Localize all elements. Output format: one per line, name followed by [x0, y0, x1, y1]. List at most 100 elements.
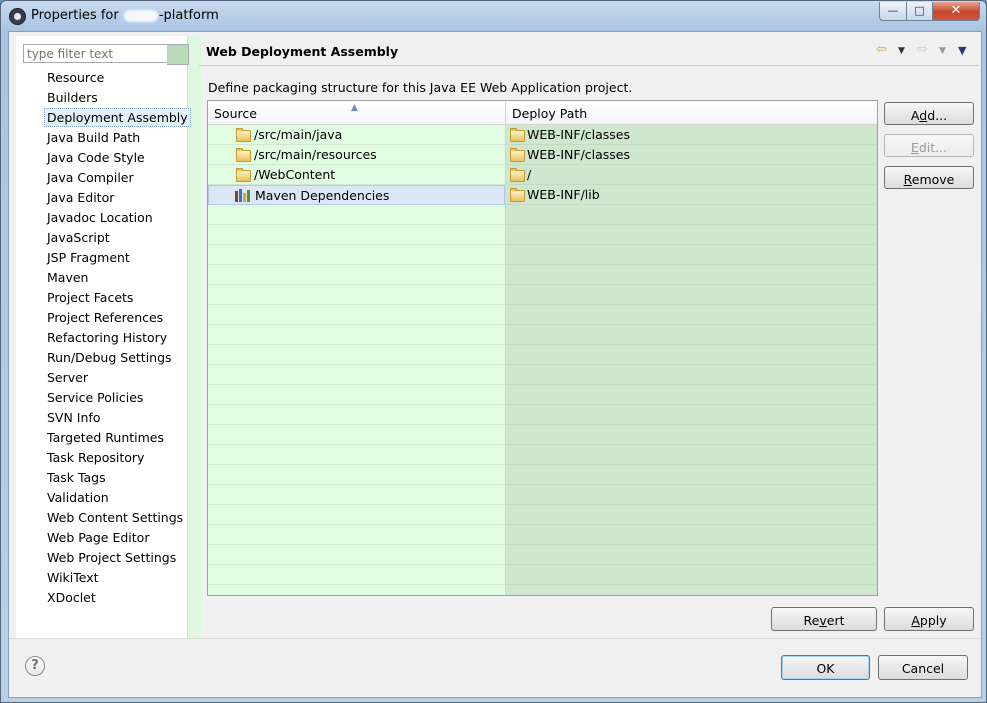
- view-menu-icon[interactable]: ▼: [958, 43, 966, 59]
- minimize-button[interactable]: —: [879, 2, 907, 21]
- sidebar-item-task-tags[interactable]: Task Tags: [23, 468, 187, 488]
- sidebar-item-label: Run/Debug Settings: [47, 350, 172, 365]
- sidebar-item-deployment-assembly[interactable]: Deployment Assembly: [23, 108, 191, 128]
- source-path: /WebContent: [254, 167, 336, 182]
- sidebar-item-label: Java Code Style: [47, 150, 145, 165]
- sidebar-item-java-code-style[interactable]: Java Code Style: [23, 148, 187, 168]
- sidebar-item-label: Server: [47, 370, 88, 385]
- source-cell[interactable]: /src/main/java: [208, 125, 505, 145]
- folder-icon: [236, 168, 251, 182]
- remove-button[interactable]: Remove: [884, 166, 974, 189]
- minimize-icon: —: [887, 4, 899, 17]
- sidebar-item-label: Service Policies: [47, 390, 144, 405]
- sidebar-item-run-debug-settings[interactable]: Run/Debug Settings: [23, 348, 187, 368]
- sidebar-item-project-references[interactable]: Project References: [23, 308, 187, 328]
- preference-tree-panel: Resource Builders Deployment Assembly Java …: [16, 36, 201, 638]
- source-cell[interactable]: /src/main/resources: [208, 145, 505, 165]
- close-icon: ✕: [950, 3, 962, 18]
- sidebar-item-label: SVN Info: [47, 410, 101, 425]
- ok-button[interactable]: OK: [781, 655, 870, 680]
- sidebar-item-javascript[interactable]: JavaScript: [23, 228, 187, 248]
- sidebar-item-targeted-runtimes[interactable]: Targeted Runtimes: [23, 428, 187, 448]
- sidebar-item-label: Task Tags: [47, 470, 106, 485]
- clear-filter-button[interactable]: [167, 44, 189, 65]
- sidebar-item-label: Builders: [47, 90, 98, 105]
- column-header-source[interactable]: ▲ Source: [208, 101, 506, 124]
- sidebar-item-validation[interactable]: Validation: [23, 488, 187, 508]
- sidebar-item-xdoclet[interactable]: XDoclet: [23, 588, 187, 608]
- back-dropdown-icon[interactable]: ▼: [898, 43, 905, 59]
- deployment-assembly-table[interactable]: ▲ Source Deploy Path /src/main/java WEB-IN…: [207, 100, 878, 596]
- sidebar-item-web-page-editor[interactable]: Web Page Editor: [23, 528, 187, 548]
- forward-arrow-icon[interactable]: ⇨: [917, 42, 928, 58]
- remove-label-post: emove: [911, 172, 955, 187]
- table-row[interactable]: /WebContent /: [208, 165, 877, 185]
- deploy-path: WEB-INF/lib: [527, 187, 600, 202]
- sidebar-item-wikitext[interactable]: WikiText: [23, 568, 187, 588]
- column-header-source-label: Source: [214, 106, 257, 121]
- sidebar-item-java-compiler[interactable]: Java Compiler: [23, 168, 187, 188]
- deploy-path-cell[interactable]: WEB-INF/lib: [506, 185, 877, 205]
- column-header-deploy-path[interactable]: Deploy Path: [506, 101, 877, 124]
- edit-label-post: dit...: [918, 140, 948, 155]
- sidebar-item-javadoc-location[interactable]: Javadoc Location: [23, 208, 187, 228]
- edit-button[interactable]: Edit...: [884, 134, 974, 157]
- sidebar-item-jsp-fragment[interactable]: JSP Fragment: [23, 248, 187, 268]
- page-nav-toolbar: ⇦ ▼ ⇨ ▼ ▼: [876, 42, 976, 58]
- sidebar-item-task-repository[interactable]: Task Repository: [23, 448, 187, 468]
- source-path: /src/main/java: [254, 127, 343, 142]
- add-label-pre: A: [910, 108, 920, 123]
- sidebar-item-label: JSP Fragment: [47, 250, 130, 265]
- properties-window: Properties for -platform — □ ✕ Resource B…: [0, 0, 987, 703]
- eclipse-app-icon: [9, 8, 26, 25]
- apply-button[interactable]: Apply: [884, 607, 974, 631]
- sidebar-item-web-project-settings[interactable]: Web Project Settings: [23, 548, 187, 568]
- sidebar-item-web-content-settings[interactable]: Web Content Settings: [23, 508, 187, 528]
- add-button[interactable]: Add...: [884, 102, 974, 125]
- sidebar-item-project-facets[interactable]: Project Facets: [23, 288, 187, 308]
- sidebar-item-svn-info[interactable]: SVN Info: [23, 408, 187, 428]
- apply-label-post: pply: [919, 613, 947, 628]
- preference-tree: Resource Builders Deployment Assembly Java …: [23, 68, 191, 608]
- deploy-path-cell[interactable]: /: [506, 165, 877, 185]
- sidebar-item-label: Web Content Settings: [47, 510, 184, 525]
- forward-dropdown-icon[interactable]: ▼: [939, 43, 946, 59]
- help-icon[interactable]: ?: [25, 656, 45, 676]
- revert-button[interactable]: Revert: [771, 607, 877, 631]
- deploy-path: WEB-INF/classes: [527, 147, 631, 162]
- title-bar[interactable]: Properties for -platform — □ ✕: [1, 1, 986, 31]
- deploy-path-cell[interactable]: WEB-INF/classes: [506, 145, 877, 165]
- remove-label-key: R: [903, 172, 912, 187]
- apply-label-key: A: [911, 613, 920, 628]
- revert-label-key: v: [819, 613, 827, 628]
- sidebar-item-java-build-path[interactable]: Java Build Path: [23, 128, 187, 148]
- dialog-client-area: Resource Builders Deployment Assembly Java …: [8, 31, 982, 698]
- deploy-path-cell[interactable]: WEB-INF/classes: [506, 125, 877, 145]
- filter-input[interactable]: [23, 44, 172, 63]
- source-cell[interactable]: Maven Dependencies: [208, 185, 505, 205]
- sidebar-item-label: WikiText: [47, 570, 99, 585]
- folder-icon: [510, 168, 525, 182]
- cancel-button[interactable]: Cancel: [878, 655, 968, 680]
- back-arrow-icon[interactable]: ⇦: [876, 42, 887, 58]
- sidebar-item-resource[interactable]: Resource: [23, 68, 187, 88]
- sidebar-item-label: Java Editor: [47, 190, 115, 205]
- sidebar-item-label: Resource: [47, 70, 105, 85]
- sidebar-item-service-policies[interactable]: Service Policies: [23, 388, 187, 408]
- source-cell[interactable]: /WebContent: [208, 165, 505, 185]
- sidebar-item-label: Java Compiler: [47, 170, 134, 185]
- table-row[interactable]: /src/main/resources WEB-INF/classes: [208, 145, 877, 165]
- sidebar-item-maven[interactable]: Maven: [23, 268, 187, 288]
- redacted-project-name: [123, 9, 158, 22]
- sidebar-item-refactoring-history[interactable]: Refactoring History: [23, 328, 187, 348]
- maximize-button[interactable]: □: [906, 2, 933, 21]
- folder-icon: [510, 188, 525, 202]
- close-button[interactable]: ✕: [932, 2, 980, 21]
- sidebar-item-java-editor[interactable]: Java Editor: [23, 188, 187, 208]
- table-row[interactable]: /src/main/java WEB-INF/classes: [208, 125, 877, 145]
- table-row[interactable]: Maven Dependencies WEB-INF/lib: [208, 185, 877, 205]
- sidebar-item-label: Java Build Path: [47, 130, 141, 145]
- sidebar-item-label: Project Facets: [47, 290, 134, 305]
- sidebar-item-server[interactable]: Server: [23, 368, 187, 388]
- sidebar-item-builders[interactable]: Builders: [23, 88, 187, 108]
